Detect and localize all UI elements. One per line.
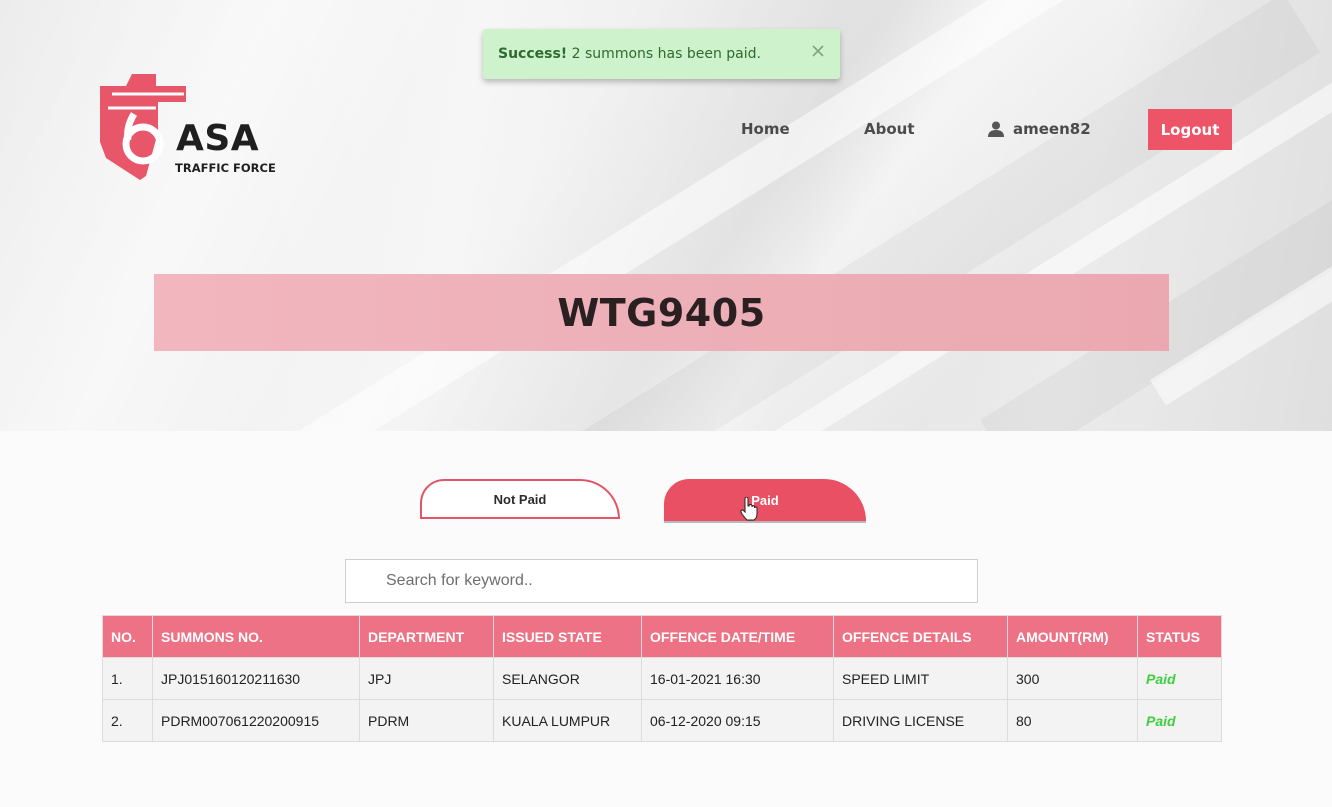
cell-offence-details: SPEED LIMIT xyxy=(833,657,1008,700)
cell-offence-datetime: 06-12-2020 09:15 xyxy=(641,699,834,742)
column-header-offence-datetime[interactable]: OFFENCE DATE/TIME xyxy=(641,615,834,658)
cell-department: PDRM xyxy=(359,699,494,742)
logo[interactable]: ASA TRAFFIC FORCE xyxy=(98,72,288,182)
toast-strong: Success! xyxy=(498,46,568,62)
logout-button[interactable]: Logout xyxy=(1148,109,1232,150)
title-banner: WTG9405 xyxy=(154,274,1169,351)
user-icon xyxy=(988,121,1004,137)
search-input[interactable] xyxy=(345,559,978,603)
cell-no: 2. xyxy=(102,699,153,742)
table-header-row: NO. SUMMONS NO. DEPARTMENT ISSUED STATE … xyxy=(102,615,1222,658)
cell-offence-details: DRIVING LICENSE xyxy=(833,699,1008,742)
cell-amount: 300 xyxy=(1007,657,1138,700)
nav-home-link[interactable]: Home xyxy=(741,120,790,138)
status-badge: Paid xyxy=(1137,657,1222,700)
column-header-status[interactable]: STATUS xyxy=(1137,615,1222,658)
nav-user[interactable]: ameen82 xyxy=(988,120,1091,138)
cell-summons-no: JPJ015160120211630 xyxy=(152,657,360,700)
tab-not-paid[interactable]: Not Paid xyxy=(420,479,620,519)
table-row[interactable]: 2. PDRM007061220200915 PDRM KUALA LUMPUR… xyxy=(102,699,1222,742)
logo-name: ASA xyxy=(176,118,260,159)
column-header-no[interactable]: NO. xyxy=(102,615,153,658)
column-header-department[interactable]: DEPARTMENT xyxy=(359,615,494,658)
cell-amount: 80 xyxy=(1007,699,1138,742)
toast-text: Success! 2 summons has been paid. xyxy=(498,46,761,62)
column-header-offence-details[interactable]: OFFENCE DETAILS xyxy=(833,615,1008,658)
nav-about-link[interactable]: About xyxy=(864,120,915,138)
table-row[interactable]: 1. JPJ015160120211630 JPJ SELANGOR 16-01… xyxy=(102,657,1222,700)
cell-issued-state: SELANGOR xyxy=(493,657,642,700)
toast-message: 2 summons has been paid. xyxy=(567,46,761,62)
success-toast: Success! 2 summons has been paid. xyxy=(483,29,840,79)
page-title: WTG9405 xyxy=(557,290,766,335)
status-badge: Paid xyxy=(1137,699,1222,742)
cell-no: 1. xyxy=(102,657,153,700)
tab-paid[interactable]: Paid xyxy=(664,479,866,521)
close-icon[interactable] xyxy=(810,43,826,59)
logo-tagline: TRAFFIC FORCE xyxy=(175,161,276,175)
cell-offence-datetime: 16-01-2021 16:30 xyxy=(641,657,834,700)
column-header-summons-no[interactable]: SUMMONS NO. xyxy=(152,615,360,658)
column-header-amount[interactable]: AMOUNT(RM) xyxy=(1007,615,1138,658)
summons-table: NO. SUMMONS NO. DEPARTMENT ISSUED STATE … xyxy=(102,615,1222,742)
cell-department: JPJ xyxy=(359,657,494,700)
cell-issued-state: KUALA LUMPUR xyxy=(493,699,642,742)
nav-username: ameen82 xyxy=(1013,120,1091,138)
hand-cursor-icon xyxy=(740,497,758,521)
column-header-issued-state[interactable]: ISSUED STATE xyxy=(493,615,642,658)
cell-summons-no: PDRM007061220200915 xyxy=(152,699,360,742)
